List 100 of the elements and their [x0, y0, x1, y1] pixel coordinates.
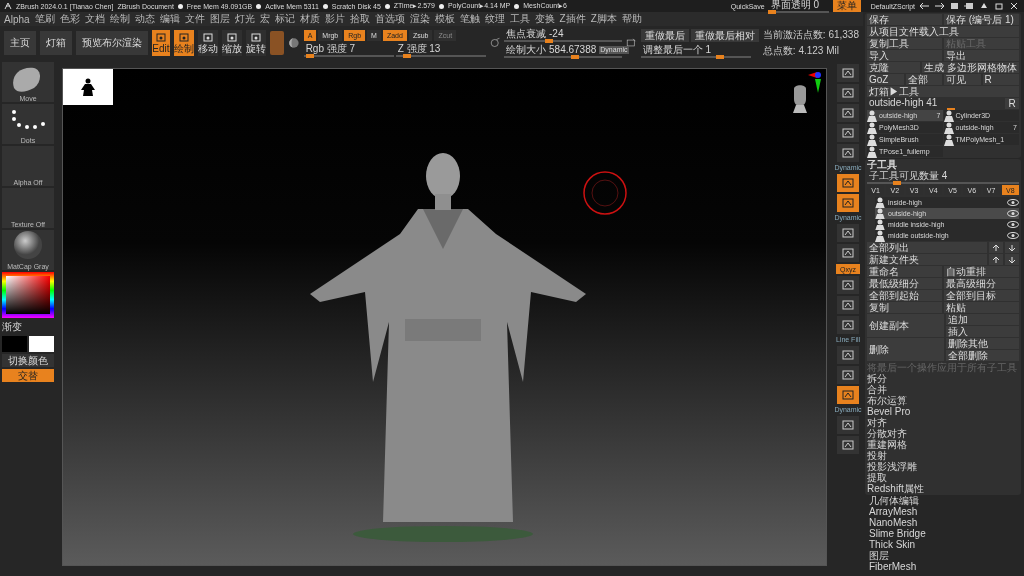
panel-button[interactable]: 重命名 [867, 266, 942, 277]
strip-tool-button[interactable] [837, 276, 859, 294]
strip-tool-button[interactable] [837, 436, 859, 454]
icon-button[interactable] [1005, 254, 1019, 265]
menu-item[interactable]: 灯光 [234, 12, 255, 26]
panel-button[interactable]: 克隆 [867, 62, 921, 73]
panel-button[interactable]: 粘贴 [944, 302, 1019, 313]
menu-item[interactable]: 帮助 [621, 12, 642, 26]
nav-button[interactable]: 主页 [4, 31, 36, 55]
strip-tool-button[interactable] [837, 64, 859, 82]
menu-item[interactable]: 图层 [209, 12, 230, 26]
panel-button[interactable]: GoZ [867, 74, 904, 85]
panel-button[interactable]: 全部列出 [867, 242, 987, 253]
primary-color-swatch[interactable] [2, 336, 27, 352]
menu-item[interactable]: 渲染 [409, 12, 430, 26]
value-slider[interactable] [640, 55, 751, 58]
panel-button[interactable]: 保存 (编号后 1) [944, 14, 1019, 25]
menu-item[interactable]: 宏 [259, 12, 270, 26]
transform-tool-button[interactable]: Edit [152, 30, 170, 56]
panel-button[interactable]: 全部到起始 [867, 290, 942, 301]
section-header[interactable]: Slime Bridge [865, 529, 1021, 539]
secondary-color-swatch[interactable] [29, 336, 54, 352]
panel-button[interactable]: 删除 [867, 338, 944, 361]
strip-tool-button[interactable] [837, 194, 859, 212]
panel-button[interactable]: 灯箱▶工具 [867, 86, 1019, 97]
strip-tool-button[interactable] [837, 296, 859, 314]
panel-button[interactable]: 从项目文件载入工具 [867, 26, 1019, 37]
menu-item[interactable]: 笔触 [459, 12, 480, 26]
menu-item[interactable]: 纹理 [484, 12, 505, 26]
strip-tool-button[interactable] [837, 416, 859, 434]
transform-tool-button[interactable]: 移动 [197, 30, 218, 56]
section-header[interactable]: ArrayMesh [865, 507, 1021, 517]
menu-item[interactable]: 编辑 [159, 12, 180, 26]
transform-tool-button[interactable]: 绘制 [173, 30, 194, 56]
slider-handle[interactable] [305, 53, 314, 58]
icon-button[interactable] [1005, 242, 1019, 253]
transform-tool-button[interactable]: 旋转 [245, 30, 266, 56]
section-header[interactable]: 对齐 [867, 418, 1019, 428]
section-header[interactable]: 投射 [867, 451, 1019, 461]
menu-item[interactable]: Z脚本 [590, 12, 617, 26]
strip-tool-button[interactable] [837, 366, 859, 384]
section-header[interactable]: Thick Skin [865, 540, 1021, 550]
menu-item[interactable]: Alpha [4, 13, 30, 25]
tray-icon[interactable] [964, 2, 975, 10]
menu-item[interactable]: 工具 [509, 12, 530, 26]
panel-button[interactable]: 追加 [946, 314, 1019, 325]
arrow-left-icon[interactable] [919, 2, 930, 10]
material-swatch[interactable] [269, 31, 284, 55]
panel-button[interactable]: 保存 [867, 14, 942, 25]
tray-icon[interactable] [949, 2, 960, 10]
strip-tool-button[interactable] [837, 84, 859, 102]
menu-item[interactable]: 文档 [84, 12, 105, 26]
panel-button[interactable]: 删除其他 [946, 338, 1019, 349]
panel-button[interactable]: R [1005, 98, 1019, 109]
section-header[interactable]: 重建网格 [867, 440, 1019, 450]
arrow-right-icon[interactable] [934, 2, 945, 10]
menu-item[interactable]: 影片 [324, 12, 345, 26]
nav-button[interactable]: 灯箱 [40, 31, 72, 55]
section-header[interactable]: 图层 [865, 551, 1021, 561]
section-header[interactable]: FiberMesh [865, 562, 1021, 572]
restore-icon[interactable] [994, 2, 1005, 10]
menu-item[interactable]: 动态 [134, 12, 155, 26]
panel-button[interactable]: 复制 [867, 302, 942, 313]
redo-button[interactable]: 重做最后相对 [690, 28, 759, 42]
panel-button[interactable]: 自动重排 [944, 266, 1019, 277]
panel-button[interactable]: 全部到目标 [944, 290, 1019, 301]
section-header[interactable]: 合并 [867, 385, 1019, 395]
menu-item[interactable]: 变换 [534, 12, 555, 26]
nav-button[interactable]: 预览布尔渲染 [76, 31, 148, 55]
axis-gizmo-icon[interactable] [808, 72, 822, 94]
menu-item[interactable]: 首选项 [374, 12, 405, 26]
panel-button[interactable]: 可见 [944, 74, 981, 85]
panel-button[interactable]: 插入 [946, 326, 1019, 337]
section-header[interactable]: Redshift属性 [867, 484, 1019, 494]
icon-button[interactable] [989, 242, 1003, 253]
alternate-button[interactable]: 交替 [2, 369, 54, 382]
transform-tool-button[interactable]: 缩放 [221, 30, 242, 56]
redo-button[interactable]: 重做最后 [640, 28, 689, 42]
icon-button[interactable] [989, 254, 1003, 265]
menu-button[interactable]: 菜单 [832, 0, 861, 12]
panel-button[interactable]: 最高级细分 [944, 278, 1019, 289]
switch-color-button[interactable]: 切换颜色 [2, 354, 54, 367]
close-icon[interactable] [1009, 2, 1020, 10]
section-header[interactable]: NanoMesh [865, 518, 1021, 528]
section-header[interactable]: Bevel Pro [867, 407, 1019, 417]
menu-item[interactable]: 文件 [184, 12, 205, 26]
menu-item[interactable]: 绘制 [109, 12, 130, 26]
slider-handle[interactable] [571, 55, 580, 59]
menu-item[interactable]: Z插件 [559, 12, 586, 26]
strip-tool-button[interactable] [837, 144, 859, 162]
slider-handle[interactable] [545, 39, 554, 43]
slider-handle[interactable] [403, 53, 412, 58]
section-header[interactable]: 拆分 [867, 374, 1019, 384]
panel-button[interactable]: 生成 多边形网格物体 [922, 62, 1019, 73]
section-header[interactable]: 分散对齐 [867, 429, 1019, 439]
panel-button[interactable]: 全部删除 [946, 350, 1019, 361]
panel-button[interactable]: 全部 [905, 74, 942, 85]
value-slider[interactable] [303, 54, 394, 57]
slider-handle[interactable] [716, 54, 725, 59]
panel-button[interactable]: 导出 [944, 50, 1019, 61]
